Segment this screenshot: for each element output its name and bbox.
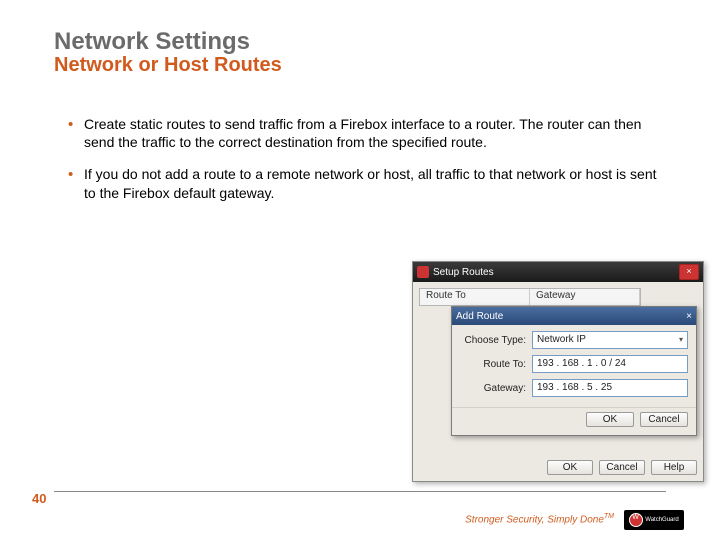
setup-routes-dialog: Setup Routes × Route To Gateway Add... E… <box>412 261 704 482</box>
gateway-label: Gateway: <box>460 383 532 394</box>
route-to-label: Route To: <box>460 359 532 370</box>
bullet-list: Create static routes to send traffic fro… <box>68 115 668 216</box>
close-icon[interactable]: × <box>679 264 699 280</box>
app-icon <box>417 266 429 278</box>
add-route-form: Choose Type: Network IP ▾ Route To: 193 … <box>452 325 696 407</box>
routes-table-header: Route To Gateway <box>419 288 641 306</box>
cancel-button[interactable]: Cancel <box>640 412 688 427</box>
inner-dialog-title: Add Route <box>456 311 503 322</box>
inner-dialog-footer-buttons: OK Cancel <box>452 407 696 435</box>
dialog-title: Setup Routes <box>433 267 494 278</box>
inner-dialog-titlebar: Add Route × <box>452 307 696 325</box>
choose-type-label: Choose Type: <box>460 335 532 346</box>
gateway-input[interactable]: 193 . 168 . 5 . 25 <box>532 379 688 397</box>
title-block: Network Settings Network or Host Routes <box>54 28 282 77</box>
dialog-footer-buttons: OK Cancel Help <box>413 454 703 481</box>
cancel-button[interactable]: Cancel <box>599 460 645 475</box>
logo-icon <box>629 513 643 527</box>
ok-button[interactable]: OK <box>547 460 593 475</box>
bullet-item: If you do not add a route to a remote ne… <box>68 165 668 201</box>
close-icon[interactable]: × <box>686 311 692 322</box>
column-route-to: Route To <box>420 289 530 305</box>
bullet-item: Create static routes to send traffic fro… <box>68 115 668 151</box>
help-button[interactable]: Help <box>651 460 697 475</box>
choose-type-select[interactable]: Network IP ▾ <box>532 331 688 349</box>
gateway-value: 193 . 168 . 5 . 25 <box>537 380 612 396</box>
route-to-value: 193 . 168 . 1 . 0 / 24 <box>537 356 626 372</box>
logo-text: WatchGuard <box>645 517 678 523</box>
slide-subtitle: Network or Host Routes <box>54 54 282 77</box>
add-route-dialog: Add Route × Choose Type: Network IP ▾ Ro… <box>451 306 697 436</box>
footer-rule <box>54 491 666 492</box>
ok-button[interactable]: OK <box>586 412 634 427</box>
slide-title: Network Settings <box>54 28 282 56</box>
choose-type-value: Network IP <box>537 332 586 348</box>
slide: Network Settings Network or Host Routes … <box>0 0 720 540</box>
dialog-titlebar: Setup Routes × <box>413 262 703 282</box>
route-to-input[interactable]: 193 . 168 . 1 . 0 / 24 <box>532 355 688 373</box>
tagline: Stronger Security, Simply DoneTM <box>465 513 614 525</box>
chevron-down-icon: ▾ <box>679 332 683 348</box>
page-number: 40 <box>32 491 46 506</box>
column-gateway: Gateway <box>530 289 640 305</box>
watchguard-logo: WatchGuard <box>624 510 684 530</box>
